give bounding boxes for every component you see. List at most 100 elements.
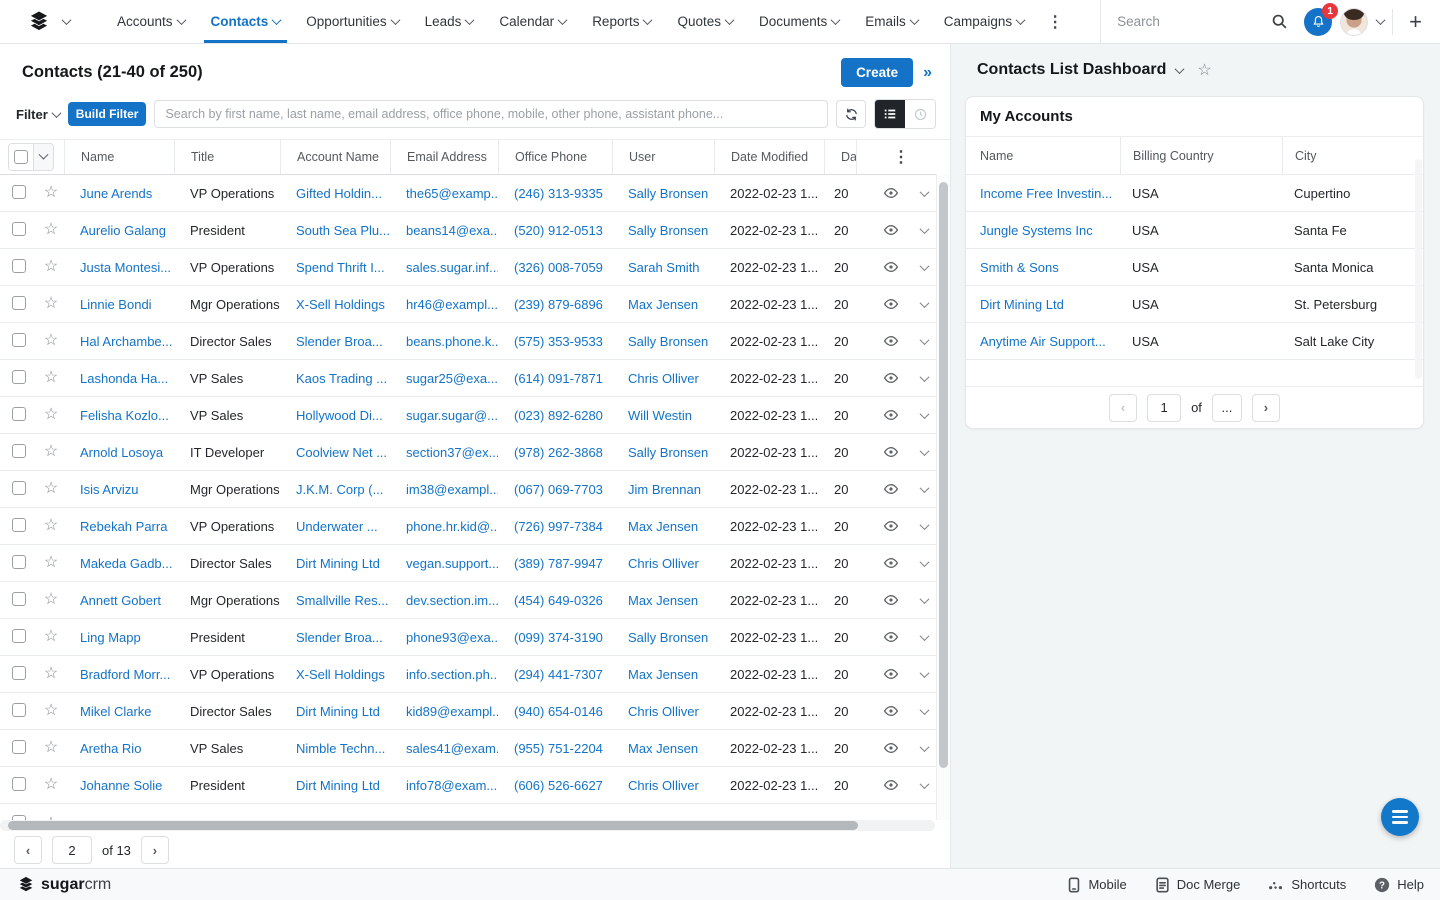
user-link[interactable]: Max Jensen — [612, 593, 714, 608]
column-header-city[interactable]: City — [1282, 137, 1409, 174]
preview-eye-icon[interactable] — [883, 333, 899, 349]
row-checkbox[interactable] — [12, 222, 26, 236]
email-link[interactable]: im38@exampl... — [390, 482, 498, 497]
row-checkbox[interactable] — [12, 444, 26, 458]
email-link[interactable]: beans14@exa... — [390, 223, 498, 238]
user-link[interactable]: Will Westin — [612, 408, 714, 423]
prev-page-button[interactable]: ‹ — [1109, 394, 1137, 422]
account-name-link[interactable]: Gifted Holdin... — [280, 186, 390, 201]
quick-create-button[interactable]: + — [1401, 11, 1440, 33]
preview-eye-icon[interactable] — [883, 777, 899, 793]
row-expand-chevron-icon[interactable] — [920, 557, 930, 567]
email-link[interactable]: phone.hr.kid@... — [390, 519, 498, 534]
dashlet-scrollbar[interactable] — [1415, 159, 1422, 379]
row-checkbox[interactable] — [12, 407, 26, 421]
select-all-control[interactable] — [8, 143, 54, 171]
row-expand-chevron-icon[interactable] — [920, 483, 930, 493]
office-phone-link[interactable]: (614) 091-7871 — [498, 371, 612, 386]
email-link[interactable]: info78@exam... — [390, 778, 498, 793]
office-phone-link[interactable]: (940) 654-0146 — [498, 704, 612, 719]
favorite-star-icon[interactable]: ☆ — [38, 185, 64, 201]
row-checkbox[interactable] — [12, 592, 26, 606]
row-expand-chevron-icon[interactable] — [920, 742, 930, 752]
row-checkbox[interactable] — [12, 370, 26, 384]
office-phone-link[interactable]: (239) 879-6896 — [498, 297, 612, 312]
next-page-button[interactable]: › — [1252, 394, 1280, 422]
email-link[interactable]: info.section.ph... — [390, 667, 498, 682]
account-name-link[interactable]: Dirt Mining Ltd — [280, 704, 390, 719]
account-name-link[interactable]: Dirt Mining Ltd — [280, 778, 390, 793]
user-link[interactable]: Max Jensen — [612, 519, 714, 534]
preview-eye-icon[interactable] — [883, 555, 899, 571]
account-name-link[interactable]: Hollywood Di... — [280, 408, 390, 423]
preview-eye-icon[interactable] — [883, 185, 899, 201]
account-name-link[interactable]: Jungle Systems Inc — [980, 223, 1120, 238]
email-link[interactable]: sugar25@exa... — [390, 371, 498, 386]
user-link[interactable]: Chris Olliver — [612, 556, 714, 571]
footer-doc-merge-link[interactable]: Doc Merge — [1155, 877, 1241, 893]
account-name-link[interactable]: Nimble Techn... — [280, 741, 390, 756]
list-view-icon[interactable] — [875, 100, 905, 128]
user-link[interactable]: Sally Bronsen — [612, 445, 714, 460]
account-name-link[interactable]: Smallville Res... — [280, 593, 390, 608]
row-expand-chevron-icon[interactable] — [920, 631, 930, 641]
nav-module-item[interactable]: Calendar — [486, 0, 579, 43]
office-phone-link[interactable]: (955) 751-2204 — [498, 741, 612, 756]
row-checkbox[interactable] — [12, 777, 26, 791]
page-number-input[interactable] — [52, 836, 92, 864]
nav-module-item[interactable]: Opportunities — [293, 0, 411, 43]
account-name-link[interactable]: Slender Broa... — [280, 630, 390, 645]
floating-menu-button[interactable] — [1381, 798, 1419, 836]
row-expand-chevron-icon[interactable] — [920, 261, 930, 271]
row-checkbox[interactable] — [12, 666, 26, 680]
footer-shortcuts-link[interactable]: Shortcuts — [1268, 877, 1346, 892]
column-header-phone[interactable]: Office Phone — [498, 140, 612, 174]
preview-eye-icon[interactable] — [883, 259, 899, 275]
row-expand-chevron-icon[interactable] — [920, 409, 930, 419]
account-name-link[interactable]: Dirt Mining Ltd — [280, 556, 390, 571]
office-phone-link[interactable]: (978) 262-3868 — [498, 445, 612, 460]
nav-module-item[interactable]: Emails — [852, 0, 931, 43]
next-page-button[interactable]: › — [141, 836, 169, 864]
nav-module-item[interactable]: Documents — [746, 0, 852, 43]
favorite-star-icon[interactable]: ☆ — [38, 296, 64, 312]
preview-eye-icon[interactable] — [883, 703, 899, 719]
preview-eye-icon[interactable] — [883, 629, 899, 645]
nav-module-item[interactable]: Accounts — [104, 0, 198, 43]
row-expand-chevron-icon[interactable] — [920, 298, 930, 308]
vertical-scrollbar-thumb[interactable] — [939, 182, 948, 768]
account-name-link[interactable]: Income Free Investin... — [980, 186, 1120, 201]
user-link[interactable]: Chris Olliver — [612, 371, 714, 386]
row-checkbox[interactable] — [12, 296, 26, 310]
favorite-star-icon[interactable]: ☆ — [38, 333, 64, 349]
account-name-link[interactable]: Kaos Trading ... — [280, 371, 390, 386]
office-phone-link[interactable]: (067) 069-7703 — [498, 482, 612, 497]
nav-module-item[interactable]: Reports — [579, 0, 664, 43]
preview-eye-icon[interactable] — [883, 666, 899, 682]
preview-eye-icon[interactable] — [883, 481, 899, 497]
column-header-modified[interactable]: Date Modified — [714, 140, 824, 174]
contact-name-link[interactable]: Annett Gobert — [64, 593, 174, 608]
account-name-link[interactable]: J.K.M. Corp (... — [280, 482, 390, 497]
column-header-email[interactable]: Email Address — [390, 140, 498, 174]
email-link[interactable]: the65@examp... — [390, 186, 498, 201]
account-name-link[interactable]: Smith & Sons — [980, 260, 1120, 275]
favorite-star-icon[interactable]: ☆ — [38, 804, 64, 820]
notifications-button[interactable]: 1 — [1304, 8, 1332, 36]
favorite-star-icon[interactable]: ☆ — [38, 703, 64, 719]
columns-menu-icon[interactable]: ⋮ — [893, 147, 909, 167]
footer-logo[interactable]: sugarcrm — [16, 875, 111, 895]
column-header-name[interactable]: Name — [64, 140, 174, 174]
office-phone-link[interactable]: (294) 441-7307 — [498, 667, 612, 682]
footer-help-link[interactable]: ? Help — [1374, 877, 1424, 893]
office-phone-link[interactable]: (246) 313-9335 — [498, 186, 612, 201]
nav-module-item[interactable]: Campaigns — [931, 0, 1037, 43]
office-phone-link[interactable]: (099) 374-3190 — [498, 630, 612, 645]
favorite-star-icon[interactable]: ☆ — [38, 777, 64, 793]
contact-name-link[interactable]: Aretha Rio — [64, 741, 174, 756]
user-link[interactable]: Sally Bronsen — [612, 334, 714, 349]
favorite-star-icon[interactable]: ☆ — [38, 444, 64, 460]
preview-eye-icon[interactable] — [883, 518, 899, 534]
office-phone-link[interactable]: (726) 997-7384 — [498, 519, 612, 534]
favorite-star-icon[interactable]: ☆ — [38, 481, 64, 497]
